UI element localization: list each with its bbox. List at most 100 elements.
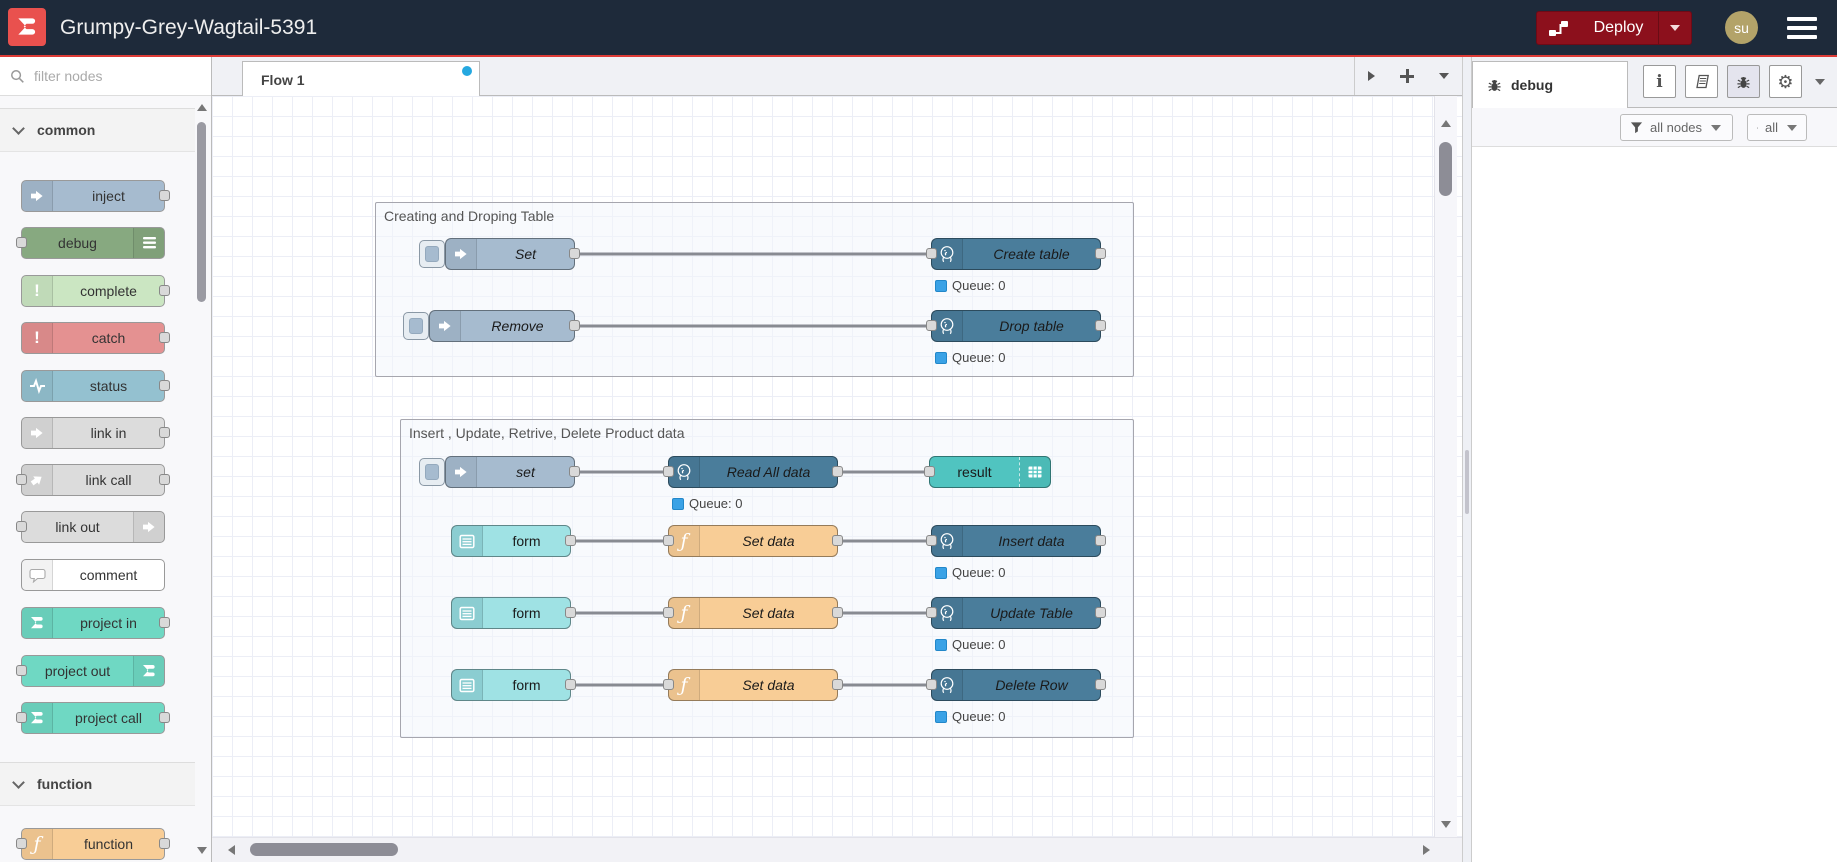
scrollbar-thumb[interactable] [250,843,398,856]
flow-canvas[interactable]: Creating and Droping Table Insert , Upda… [212,96,1462,862]
output-port[interactable] [1095,320,1106,331]
output-port[interactable] [565,607,576,618]
inject-node-set[interactable]: Set [419,238,580,270]
output-port[interactable] [159,474,170,485]
function-node-set-data[interactable]: ƒ Set data [663,597,843,629]
output-port[interactable] [1095,535,1106,546]
input-port[interactable] [926,607,937,618]
postgres-node-drop-table[interactable]: Drop table [926,310,1106,342]
output-port[interactable] [832,466,843,477]
group-creating-dropping-table[interactable]: Creating and Droping Table [375,202,1134,377]
output-port[interactable] [565,535,576,546]
output-port[interactable] [1095,607,1106,618]
output-port[interactable] [565,679,576,690]
input-port[interactable] [924,466,935,477]
input-port[interactable] [16,474,27,485]
scrollbar-thumb[interactable] [1439,142,1452,196]
palette-node-status[interactable]: status [21,370,170,402]
scroll-left-arrow[interactable] [228,845,235,855]
deploy-button[interactable]: Deploy [1536,11,1692,45]
palette-node-debug[interactable]: debug [16,227,165,259]
debug-tab-button[interactable] [1727,65,1760,98]
input-port[interactable] [16,712,27,723]
output-port[interactable] [159,380,170,391]
output-port[interactable] [832,679,843,690]
palette-node-project-in[interactable]: project in [21,607,170,639]
filter-nodes-input[interactable] [32,67,186,85]
form-node[interactable]: form [451,669,576,701]
input-port[interactable] [16,521,27,532]
scrollbar-thumb[interactable] [197,122,206,302]
input-port[interactable] [663,535,674,546]
flow-list-caret[interactable] [1439,73,1450,79]
config-nodes-tab-button[interactable]: ⚙ [1769,65,1802,98]
output-port[interactable] [832,535,843,546]
inject-button[interactable] [419,240,445,268]
inject-button[interactable] [419,458,445,486]
palette-node-comment[interactable]: comment [21,559,165,591]
output-port[interactable] [569,248,580,259]
palette-node-project-call[interactable]: project call [16,702,170,734]
form-node[interactable]: form [451,525,576,557]
debug-clear-button[interactable]: all [1747,114,1807,141]
palette-node-link-out[interactable]: link out [16,511,165,543]
output-port[interactable] [159,617,170,628]
postgres-node-read-all-data[interactable]: Read All data [663,456,843,488]
input-port[interactable] [926,248,937,259]
postgres-node-delete-row[interactable]: Delete Row [926,669,1106,701]
palette-node-link-in[interactable]: link in [21,417,170,449]
input-port[interactable] [16,237,27,248]
postgres-node-insert-data[interactable]: Insert data [926,525,1106,557]
input-port[interactable] [926,679,937,690]
user-avatar[interactable]: su [1725,11,1758,44]
postgres-node-create-table[interactable]: Create table [926,238,1106,270]
input-port[interactable] [663,607,674,618]
input-port[interactable] [926,320,937,331]
scroll-down-arrow[interactable] [197,847,207,854]
output-port[interactable] [1095,679,1106,690]
form-node[interactable]: form [451,597,576,629]
main-menu-button[interactable] [1787,17,1817,39]
scroll-up-arrow[interactable] [197,104,207,111]
output-port[interactable] [569,466,580,477]
table-node-result[interactable]: result [924,456,1051,488]
palette-category-function[interactable]: function [0,762,195,806]
sidebar-menu-caret[interactable] [1815,79,1825,85]
tab-debug[interactable]: debug [1472,61,1628,108]
scroll-up-arrow[interactable] [1441,120,1451,127]
output-port[interactable] [159,190,170,201]
canvas-horizontal-scrollbar[interactable] [212,837,1462,862]
output-port[interactable] [159,427,170,438]
output-port[interactable] [159,285,170,296]
input-port[interactable] [926,535,937,546]
debug-messages-panel[interactable] [1472,147,1837,862]
palette-node-catch[interactable]: ! catch [21,322,170,354]
palette-node-project-out[interactable]: project out [16,655,165,687]
next-tab-arrow[interactable] [1367,71,1375,81]
divider-drag-handle[interactable] [1465,450,1469,514]
scroll-right-arrow[interactable] [1423,845,1430,855]
add-flow-button[interactable] [1399,69,1414,83]
function-node-set-data[interactable]: ƒ Set data [663,669,843,701]
output-port[interactable] [159,838,170,849]
input-port[interactable] [16,665,27,676]
info-tab-button[interactable]: i [1643,65,1676,98]
palette-scrollbar[interactable] [196,96,208,862]
input-port[interactable] [16,838,27,849]
output-port[interactable] [1095,248,1106,259]
palette-node-complete[interactable]: ! complete [21,275,170,307]
palette-node-function[interactable]: ƒ function [16,828,170,860]
palette-category-common[interactable]: common [0,108,195,152]
output-port[interactable] [159,332,170,343]
debug-filter-button[interactable]: all nodes [1620,114,1733,141]
palette-node-inject[interactable]: inject [21,180,170,212]
sidebar-resize-divider[interactable] [1462,57,1472,862]
function-node-set-data[interactable]: ƒ Set data [663,525,843,557]
output-port[interactable] [832,607,843,618]
postgres-node-update-table[interactable]: Update Table [926,597,1106,629]
help-tab-button[interactable] [1685,65,1718,98]
palette-node-link-call[interactable]: link call [16,464,170,496]
deploy-options-caret[interactable] [1658,12,1691,44]
tab-flow-1[interactable]: Flow 1 [242,61,480,97]
input-port[interactable] [663,679,674,690]
